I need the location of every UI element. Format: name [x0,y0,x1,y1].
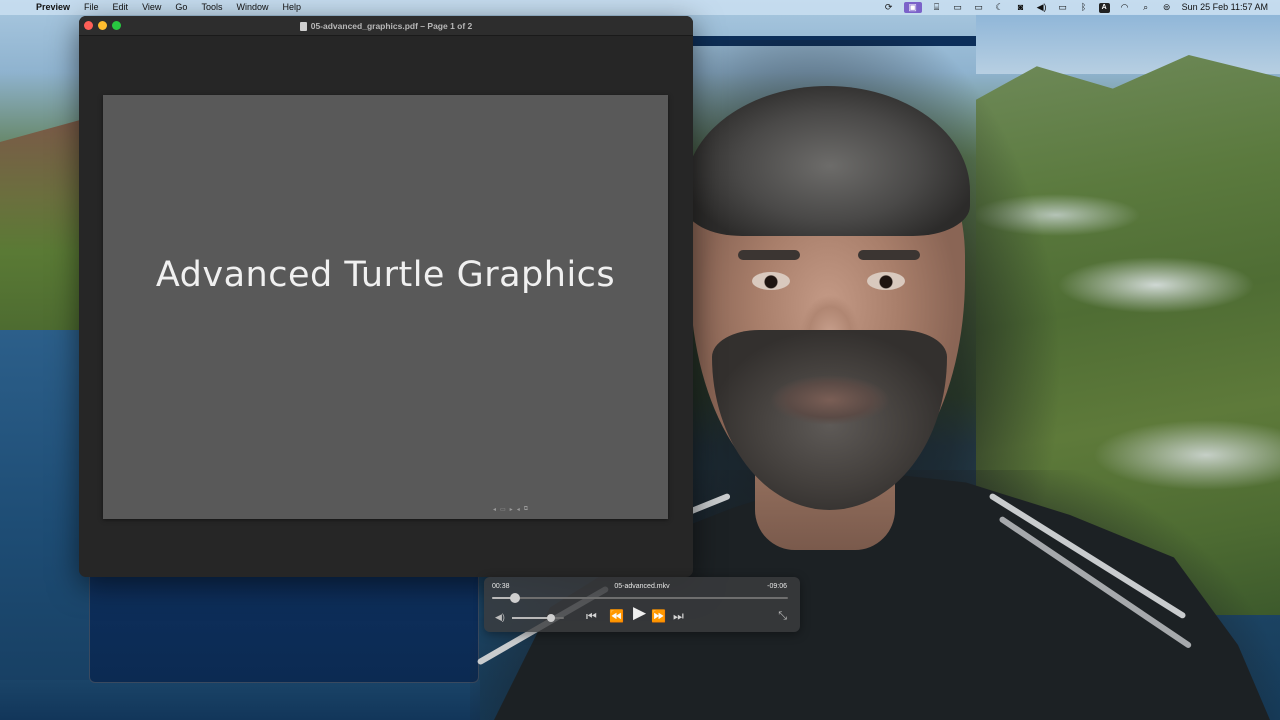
media-player-controls: 00:38 05-advanced.mkv -09:06 ◀) ⏮ ⏪ ▶ ⏩ … [484,577,800,632]
wallpaper-sea-bottom [0,680,480,720]
fast-forward-icon[interactable]: ⏩ [651,608,666,624]
bluetooth-icon[interactable]: ᛒ [1078,2,1090,13]
window-titlebar[interactable]: 05-advanced_graphics.pdf – Page 1 of 2 [79,16,693,36]
presenter-left-brow [738,250,800,260]
pdf-page[interactable]: Advanced Turtle Graphics ◂ ▭ ▸ ◂ ⧉ [103,95,668,519]
presenter-mouth [770,375,890,430]
exit-fullscreen-icon[interactable]: ⤡ [778,610,787,623]
menu-go[interactable]: Go [175,0,187,15]
rewind-icon[interactable]: ⏪ [609,608,624,624]
window-toolbar-area [79,37,693,82]
play-icon[interactable]: ▶ [633,604,646,621]
skip-back-icon[interactable]: ⏮ [586,608,597,624]
screen-icon[interactable]: ▭ [952,2,964,13]
remaining-time[interactable]: -09:06 [767,583,787,590]
focus-moon-icon[interactable]: ☾ [994,2,1006,13]
volume-level [512,617,551,619]
background-window[interactable] [89,577,479,683]
volume-slider[interactable] [512,614,564,622]
menu-help[interactable]: Help [282,0,301,15]
nav-frame-icon[interactable]: ▭ [500,506,506,513]
menu-tools[interactable]: Tools [201,0,222,15]
menu-edit[interactable]: Edit [113,0,129,15]
battery-icon[interactable]: ▭ [973,2,985,13]
skip-forward-icon[interactable]: ⏭ [673,608,684,624]
window-title: 05-advanced_graphics.pdf – Page 1 of 2 [79,16,693,36]
wallpaper-sea [0,330,90,720]
wifi-icon[interactable]: ◠ [1119,2,1131,13]
seek-handle[interactable] [509,593,520,603]
pdf-document-icon [299,21,307,31]
status-area: ⟳ ▣ ⌸ ▭ ▭ ☾ ◙ ◀) ▭ ᛒ A ◠ ⌕ ⊜ Sun 25 Feb … [883,0,1268,15]
menu-bar: Preview File Edit View Go Tools Window H… [0,0,1280,15]
control-center-icon[interactable]: ⊜ [1161,2,1173,13]
seek-bar[interactable] [492,593,788,603]
preview-window: 05-advanced_graphics.pdf – Page 1 of 2 A… [79,16,693,577]
nav-next-icon[interactable]: ▸ [510,506,513,513]
volume-handle[interactable] [547,614,555,622]
nav-section-prev-icon[interactable]: ◂ [517,506,520,513]
volume-icon[interactable]: ◀) [495,612,505,623]
input-source-icon[interactable]: A [1098,2,1110,13]
presenter-left-eye [752,272,790,290]
speaker-icon[interactable]: ◀) [1036,2,1048,13]
presenter-right-eye [867,272,905,290]
menu-bar-clock[interactable]: Sun 25 Feb 11:57 AM [1182,0,1268,15]
window-title-text: 05-advanced_graphics.pdf – Page 1 of 2 [310,21,473,31]
sync-icon[interactable]: ⟳ [883,2,895,13]
slide-title: Advanced Turtle Graphics [155,255,616,295]
nav-prev-icon[interactable]: ◂ [493,506,496,513]
document-status-icon[interactable]: ⌸ [931,2,943,13]
presenter-right-brow [858,250,920,260]
menu-window[interactable]: Window [236,0,268,15]
menu-file[interactable]: File [84,0,99,15]
display-icon[interactable]: ▭ [1057,2,1069,13]
beamer-navigation[interactable]: ◂ ▭ ▸ ◂ ⧉ [493,506,528,513]
nav-section-icon[interactable]: ⧉ [524,506,528,513]
spotlight-search-icon[interactable]: ⌕ [1140,2,1152,13]
wallpaper-coastline [0,120,80,340]
menu-app-name[interactable]: Preview [36,0,70,15]
media-file-name: 05-advanced.mkv [614,583,670,590]
screen-share-icon[interactable]: ▣ [903,2,922,13]
menu-view[interactable]: View [142,0,161,15]
app-status-icon[interactable]: ◙ [1015,2,1027,13]
